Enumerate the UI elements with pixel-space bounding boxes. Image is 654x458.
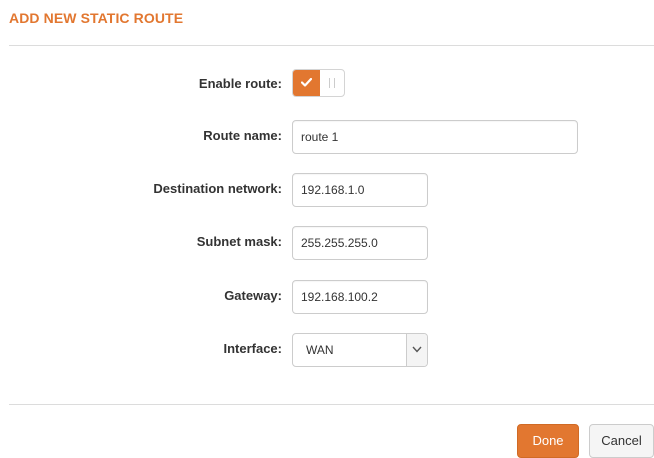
- destination-network-input[interactable]: [292, 173, 428, 207]
- enable-route-toggle[interactable]: [292, 69, 345, 97]
- gateway-input[interactable]: [292, 280, 428, 314]
- interface-label: Interface:: [223, 341, 282, 356]
- route-name-input[interactable]: [292, 120, 578, 154]
- done-button[interactable]: Done: [517, 424, 579, 458]
- header-divider: [9, 45, 654, 46]
- footer-divider: [9, 404, 654, 405]
- toggle-grip-icon: [329, 78, 335, 88]
- checkmark-icon: [301, 78, 312, 87]
- enable-route-label: Enable route:: [198, 76, 282, 91]
- toggle-on-state: [293, 70, 320, 96]
- route-name-label: Route name:: [203, 128, 282, 143]
- destination-network-label: Destination network:: [153, 181, 282, 196]
- interface-selected-value: WAN: [306, 343, 334, 357]
- cancel-button[interactable]: Cancel: [589, 424, 654, 458]
- interface-select[interactable]: WAN: [292, 333, 428, 367]
- subnet-mask-label: Subnet mask:: [196, 234, 282, 249]
- dialog-title: ADD NEW STATIC ROUTE: [9, 10, 184, 26]
- subnet-mask-input[interactable]: [292, 226, 428, 260]
- gateway-label: Gateway:: [224, 288, 282, 303]
- chevron-down-icon: [412, 346, 422, 353]
- select-arrow-button[interactable]: [406, 334, 427, 366]
